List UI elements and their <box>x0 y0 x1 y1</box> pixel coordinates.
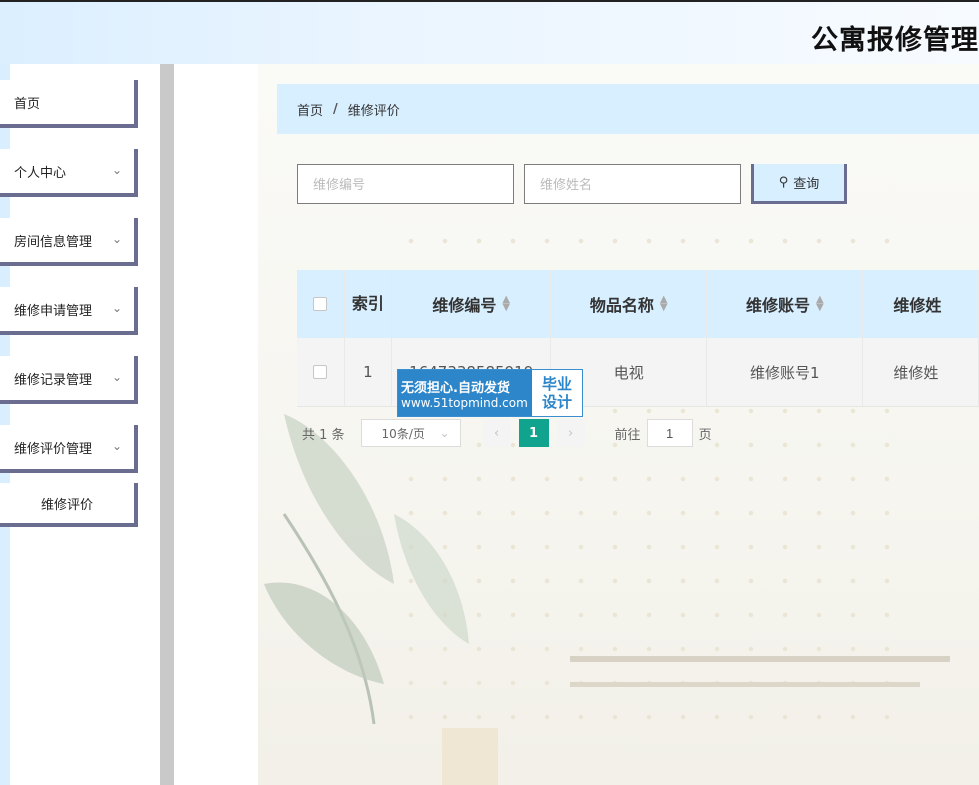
page-size-value: 10条/页 <box>381 426 425 441</box>
chevron-down-icon: ⌄ <box>111 370 122 384</box>
breadcrumb-current: 维修评价 <box>347 103 400 119</box>
chevron-down-icon: ⌄ <box>111 439 122 453</box>
shelf-decoration <box>570 656 950 662</box>
column-header-label: 物品名称 <box>589 296 654 315</box>
row-index: 1 <box>345 338 393 406</box>
sidebar-item-repair-review-mgmt[interactable]: 维修评价管理 ⌄ <box>0 425 138 473</box>
sort-icon[interactable]: ▲ ▼ <box>502 295 510 313</box>
pagination-total: 共 1 条 <box>302 427 345 443</box>
sidebar-scrollbar[interactable] <box>160 64 174 785</box>
column-header-label: 维修账号 <box>745 296 810 315</box>
chevron-down-icon: ⌄ <box>111 232 122 246</box>
breadcrumb-separator: / <box>333 101 338 117</box>
sidebar-item-label: 维修记录管理 <box>14 372 93 388</box>
chevron-left-icon: ‹ <box>493 425 500 441</box>
sidebar-item-home[interactable]: 首页 <box>0 80 138 128</box>
pagination: 共 1 条 10条/页 ⌄ ‹ 1 › 前往 页 <box>302 419 712 447</box>
row-repair-account: 维修账号1 <box>707 338 864 406</box>
row-checkbox[interactable] <box>313 365 328 379</box>
search-button[interactable]: ⚲ 查询 <box>751 164 847 204</box>
watermark-right1: 毕业 <box>541 375 572 393</box>
prev-page-button[interactable]: ‹ <box>482 419 511 447</box>
search-icon: ⚲ <box>778 175 789 190</box>
row-repair-name: 维修姓 <box>863 338 979 406</box>
watermark-right2: 设计 <box>541 393 572 411</box>
breadcrumb: 首页 / 维修评价 <box>277 84 979 134</box>
column-header-index: 索引 <box>345 270 393 338</box>
watermark-line2: www.51topmind.com <box>401 395 528 410</box>
next-page-button[interactable]: › <box>556 419 585 447</box>
sidebar-item-label: 首页 <box>14 96 41 112</box>
sidebar-item-room-info[interactable]: 房间信息管理 ⌄ <box>0 218 138 266</box>
chevron-down-icon: ⌄ <box>111 301 122 315</box>
page-number-button[interactable]: 1 <box>518 419 549 447</box>
column-header-label: 维修编号 <box>432 296 497 315</box>
repair-number-input[interactable] <box>297 164 514 204</box>
row-select-cell <box>297 338 345 406</box>
goto-page-input[interactable] <box>646 419 693 447</box>
main-content: 首页 / 维修评价 ⚲ 查询 索引 维修编号 ▲▼ 物品名称 ▲▼ 维修账号 ▲… <box>174 64 979 785</box>
watermark-text: 无须担心.自动发货 www.51topmind.com <box>398 370 532 416</box>
sidebar-item-label: 维修评价管理 <box>14 441 93 457</box>
chevron-right-icon: › <box>567 425 574 441</box>
sidebar-item-label: 房间信息管理 <box>14 234 93 250</box>
vase-decoration <box>442 728 498 785</box>
column-header-repair-name[interactable]: 维修姓 <box>863 270 979 338</box>
column-header-repair-account[interactable]: 维修账号 ▲ ▼ <box>707 270 864 338</box>
sidebar-subitem-repair-review[interactable]: 维修评价 <box>0 483 138 527</box>
sidebar-item-label: 维修申请管理 <box>14 303 93 319</box>
shelf-decoration <box>570 682 920 687</box>
search-button-label: 查询 <box>793 177 820 192</box>
sidebar-item-repair-record[interactable]: 维修记录管理 ⌄ <box>0 356 138 404</box>
select-all-cell <box>297 270 345 338</box>
breadcrumb-home[interactable]: 首页 <box>297 100 323 119</box>
column-header-repair-number[interactable]: 维修编号 ▲ ▼ <box>392 270 552 338</box>
app-title: 公寓报修管理 <box>811 25 979 56</box>
sort-icon[interactable]: ▲ ▼ <box>660 295 668 313</box>
select-all-checkbox[interactable] <box>313 297 328 311</box>
chevron-down-icon: ⌄ <box>111 163 122 177</box>
sidebar-item-label: 维修评价 <box>40 497 93 513</box>
watermark-line1: 无须担心.自动发货 <box>401 380 510 396</box>
sort-icon[interactable]: ▲ ▼ <box>816 295 824 313</box>
top-header: 公寓报修管理 <box>0 0 979 64</box>
column-header-item-name[interactable]: 物品名称 ▲ ▼ <box>551 270 708 338</box>
sidebar-item-personal-center[interactable]: 个人中心 ⌄ <box>0 149 138 197</box>
repair-name-input[interactable] <box>524 164 741 204</box>
page-suffix: 页 <box>698 427 712 443</box>
goto-label: 前往 <box>614 427 641 443</box>
sidebar-item-repair-request[interactable]: 维修申请管理 ⌄ <box>0 287 138 335</box>
chevron-down-icon: ⌄ <box>439 426 450 440</box>
watermark-logo-text: 毕业 设计 <box>532 370 582 416</box>
page-size-select[interactable]: 10条/页 ⌄ <box>360 419 461 447</box>
sidebar-item-label: 个人中心 <box>14 165 67 181</box>
watermark-badge: 无须担心.自动发货 www.51topmind.com 毕业 设计 <box>397 369 583 417</box>
table-header: 索引 维修编号 ▲ ▼ 物品名称 ▲ ▼ 维修账号 ▲ ▼ 维修姓 <box>297 270 979 338</box>
